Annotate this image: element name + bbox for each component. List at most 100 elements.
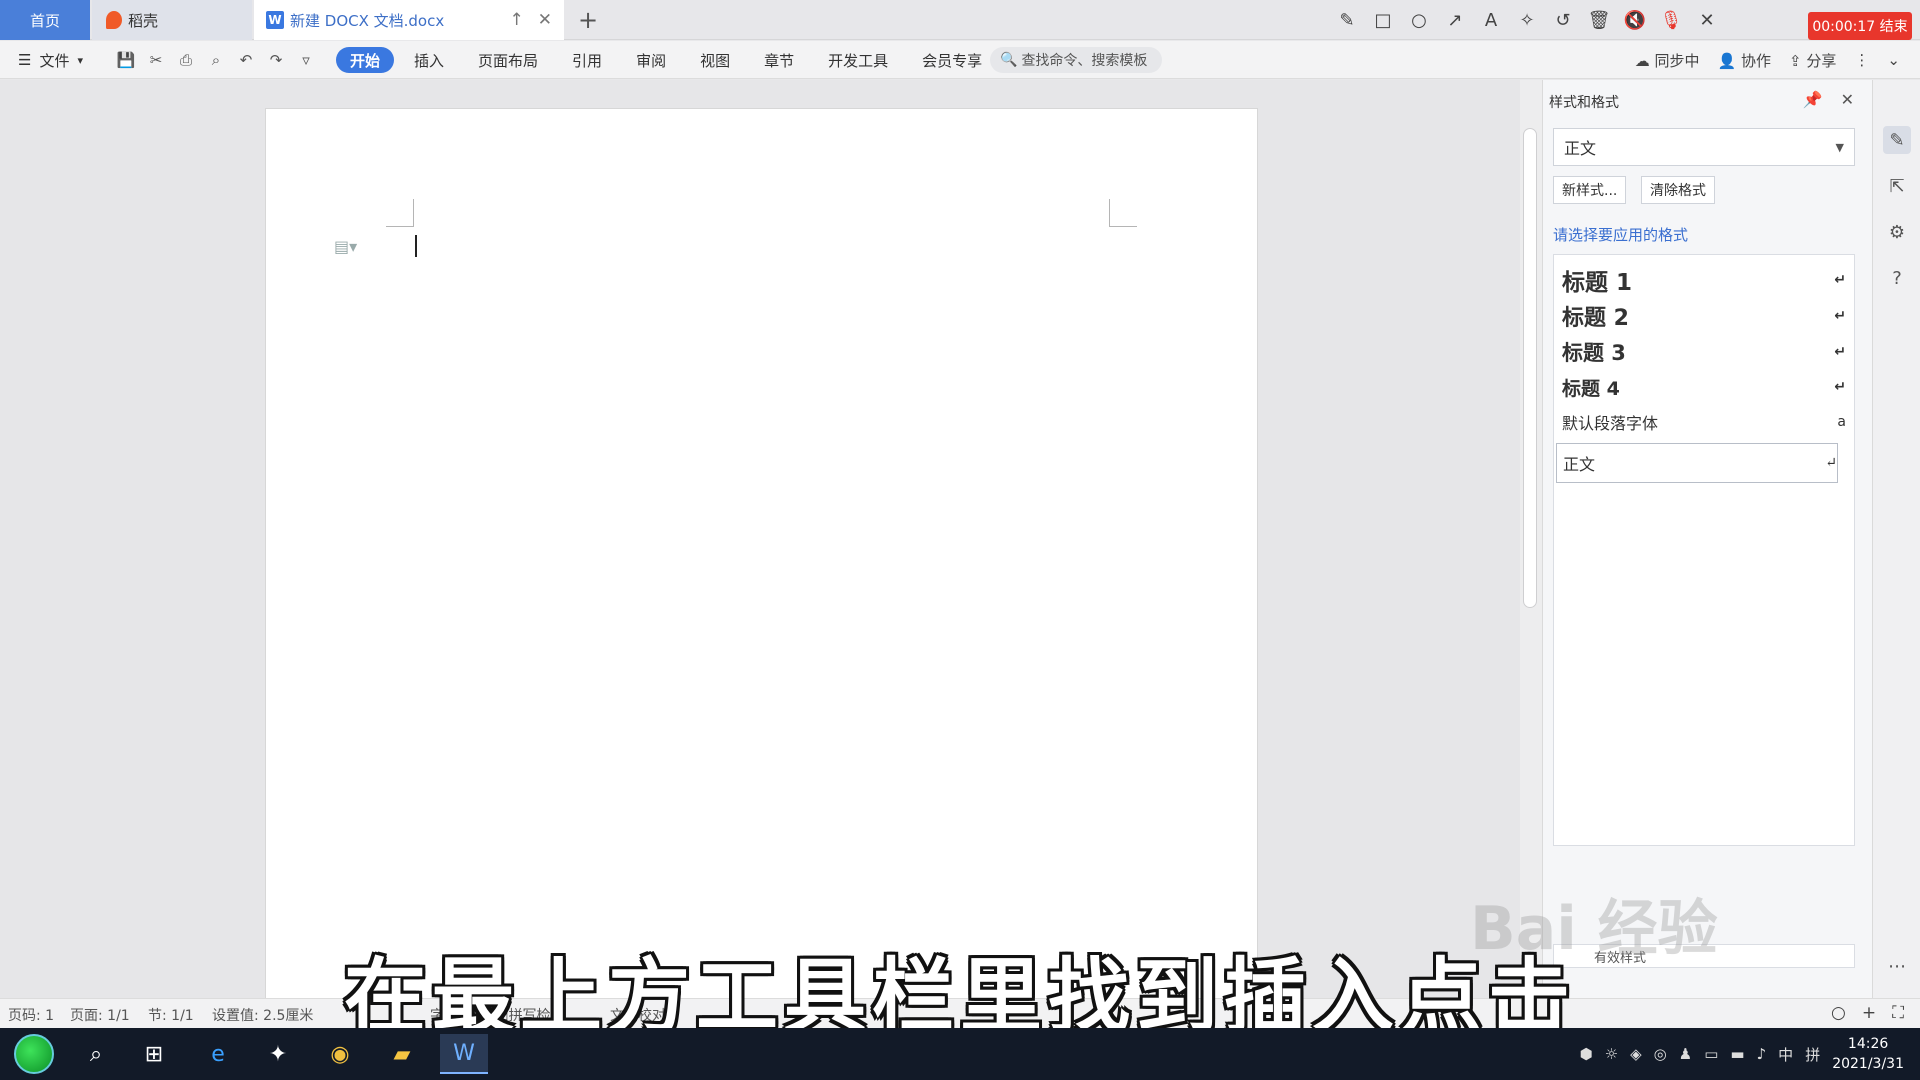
undo-icon[interactable]: ↶ <box>236 50 256 70</box>
tab-insert[interactable]: 插入 <box>400 47 458 73</box>
print-icon[interactable]: ⎙ <box>176 50 196 70</box>
circle-icon[interactable]: ○ <box>1408 9 1430 31</box>
text-icon[interactable]: A <box>1480 9 1502 31</box>
save-icon[interactable]: 💾 <box>116 50 136 70</box>
current-style-select[interactable]: 正文 ▼ <box>1553 128 1855 166</box>
tray-shield-icon[interactable]: ◈ <box>1630 1045 1642 1063</box>
new-style-button[interactable]: 新样式... <box>1553 176 1627 204</box>
tab-member[interactable]: 会员专享 <box>908 47 996 73</box>
ie-browser-icon[interactable]: e <box>194 1034 242 1074</box>
tab-view[interactable]: 视图 <box>686 47 744 73</box>
paragraph-layout-icon[interactable]: ▤▾ <box>334 237 357 256</box>
pencil-icon[interactable]: ✎ <box>1336 9 1358 31</box>
recording-stop-button[interactable]: 00:00:17 结束 <box>1808 12 1912 40</box>
tab-document[interactable]: W 新建 DOCX 文档.docx ↑ ✕ <box>254 0 564 40</box>
style-item-default-font[interactable]: 默认段落字体 a <box>1562 407 1846 437</box>
document-page[interactable]: ▤▾ <box>265 108 1258 1008</box>
ime-indicator[interactable]: 中 <box>1778 1044 1793 1065</box>
status-page-code: 页码: 1 <box>8 1008 55 1024</box>
rectangle-icon[interactable]: □ <box>1372 9 1394 31</box>
tab-home[interactable]: 首页 <box>0 0 90 40</box>
close-toolbar-icon[interactable]: ✕ <box>1696 9 1718 31</box>
collab-button[interactable]: 👤 协作 <box>1718 50 1771 71</box>
vertical-scrollbar[interactable] <box>1520 80 1542 998</box>
style-name: 标题 4 <box>1562 377 1620 400</box>
style-item-heading-3[interactable]: 标题 3 ↵ <box>1562 335 1846 369</box>
file-menu[interactable]: ☰ 文件 ▾ <box>18 41 83 79</box>
trash-icon[interactable]: 🗑 <box>1588 9 1611 31</box>
style-name: 标题 2 <box>1562 306 1629 331</box>
zoom-in-icon[interactable]: + <box>1862 1003 1876 1023</box>
network-icon[interactable]: ▭ <box>1704 1045 1718 1063</box>
wps-writer-taskbar-icon[interactable]: W <box>440 1034 488 1074</box>
style-item-heading-1[interactable]: 标题 1 ↵ <box>1562 263 1846 297</box>
style-item-normal[interactable]: 正文 ↵ <box>1556 443 1838 483</box>
hamburger-icon: ☰ <box>18 51 32 69</box>
speaker-muted-icon[interactable]: 🔇 <box>1624 9 1646 31</box>
tray-sun-icon[interactable]: ☼ <box>1605 1045 1618 1063</box>
share-icon: ⇪ <box>1789 51 1802 70</box>
tab-developer[interactable]: 开发工具 <box>814 47 902 73</box>
more-options-icon[interactable]: ⋯ <box>1883 952 1911 980</box>
search-taskbar-icon[interactable]: ⌕ <box>72 1034 120 1074</box>
zoom-out-icon[interactable]: ○ <box>1831 1003 1846 1023</box>
customize-toolbar-icon[interactable]: ▿ <box>296 50 316 70</box>
sync-label: 同步中 <box>1654 51 1700 70</box>
more-icon[interactable]: ⋮ <box>1854 51 1869 69</box>
tab-page-layout[interactable]: 页面布局 <box>464 47 552 73</box>
magic-wand-icon[interactable]: ✧ <box>1516 9 1538 31</box>
wechat-icon[interactable]: ◎ <box>1654 1045 1667 1063</box>
settings-sliders-icon[interactable]: ⚙ <box>1883 218 1911 246</box>
upload-icon[interactable]: ↑ <box>510 10 524 30</box>
tab-review[interactable]: 审阅 <box>622 47 680 73</box>
paragraph-mark-icon: ↵ <box>1834 272 1846 288</box>
collapse-ribbon-icon[interactable]: ⌄ <box>1887 51 1900 69</box>
edit-style-icon[interactable]: ✎ <box>1883 126 1911 154</box>
pin-icon[interactable]: 📌 <box>1803 90 1823 109</box>
tab-chapter[interactable]: 章节 <box>750 47 808 73</box>
chrome-icon[interactable]: ◉ <box>316 1034 364 1074</box>
ime-mode-indicator[interactable]: 拼 <box>1805 1044 1820 1065</box>
margin-corner-top-left <box>386 199 414 227</box>
clear-format-button[interactable]: 清除格式 <box>1641 176 1715 204</box>
new-tab-icon: + <box>578 6 599 34</box>
task-view-icon[interactable]: ⊞ <box>130 1034 178 1074</box>
format-painter-icon[interactable]: ✂ <box>146 50 166 70</box>
text-cursor <box>415 235 417 257</box>
tab-home-start[interactable]: 开始 <box>336 47 395 73</box>
fullscreen-icon[interactable]: ⛶ <box>1892 1003 1904 1023</box>
file-explorer-icon[interactable]: ▰ <box>378 1034 426 1074</box>
command-search-placeholder: 查找命令、搜索模板 <box>1021 53 1148 69</box>
tray-qq-icon[interactable]: ♟ <box>1679 1045 1692 1063</box>
scrollbar-thumb[interactable] <box>1523 128 1537 608</box>
undo-annotation-icon[interactable]: ↺ <box>1552 9 1574 31</box>
tab-references[interactable]: 引用 <box>558 47 616 73</box>
share-button[interactable]: ⇪ 分享 <box>1789 50 1836 71</box>
sync-button[interactable]: ☁ 同步中 <box>1635 50 1700 71</box>
share-label: 分享 <box>1806 51 1837 70</box>
clock[interactable]: 14:26 2021/3/31 <box>1832 1034 1904 1074</box>
style-name: 正文 <box>1563 455 1596 474</box>
right-sidebar: ✎ ⇱ ⚙ ? ⋯ <box>1872 80 1920 998</box>
panel-title[interactable]: 样式和格式 <box>1549 92 1619 112</box>
style-item-heading-2[interactable]: 标题 2 ↵ <box>1562 299 1846 333</box>
redo-icon[interactable]: ↷ <box>266 50 286 70</box>
command-search-input[interactable]: 🔍 查找命令、搜索模板 <box>990 47 1162 73</box>
tray-app-icon[interactable]: ⬢ <box>1580 1045 1593 1063</box>
select-cursor-icon[interactable]: ⇱ <box>1883 172 1911 200</box>
volume-icon[interactable]: ♪ <box>1757 1045 1767 1063</box>
zoom-controls: ○ + ⛶ <box>1831 1003 1904 1023</box>
start-button[interactable] <box>10 1034 58 1074</box>
battery-icon[interactable]: ▬ <box>1730 1045 1744 1063</box>
app-icon[interactable]: ✦ <box>254 1034 302 1074</box>
close-tab-icon[interactable]: ✕ <box>538 10 552 30</box>
new-tab-button[interactable]: + <box>578 0 598 40</box>
help-icon[interactable]: ? <box>1883 264 1911 292</box>
style-item-heading-4[interactable]: 标题 4 ↵ <box>1562 371 1846 403</box>
arrow-icon[interactable]: ↗ <box>1444 9 1466 31</box>
mic-muted-icon[interactable]: 🎙 <box>1660 9 1683 31</box>
file-menu-label: 文件 <box>39 51 70 70</box>
print-preview-icon[interactable]: ⌕ <box>206 50 226 70</box>
tab-daoke[interactable]: 稻壳 <box>92 0 252 40</box>
close-panel-icon[interactable]: ✕ <box>1841 90 1854 109</box>
